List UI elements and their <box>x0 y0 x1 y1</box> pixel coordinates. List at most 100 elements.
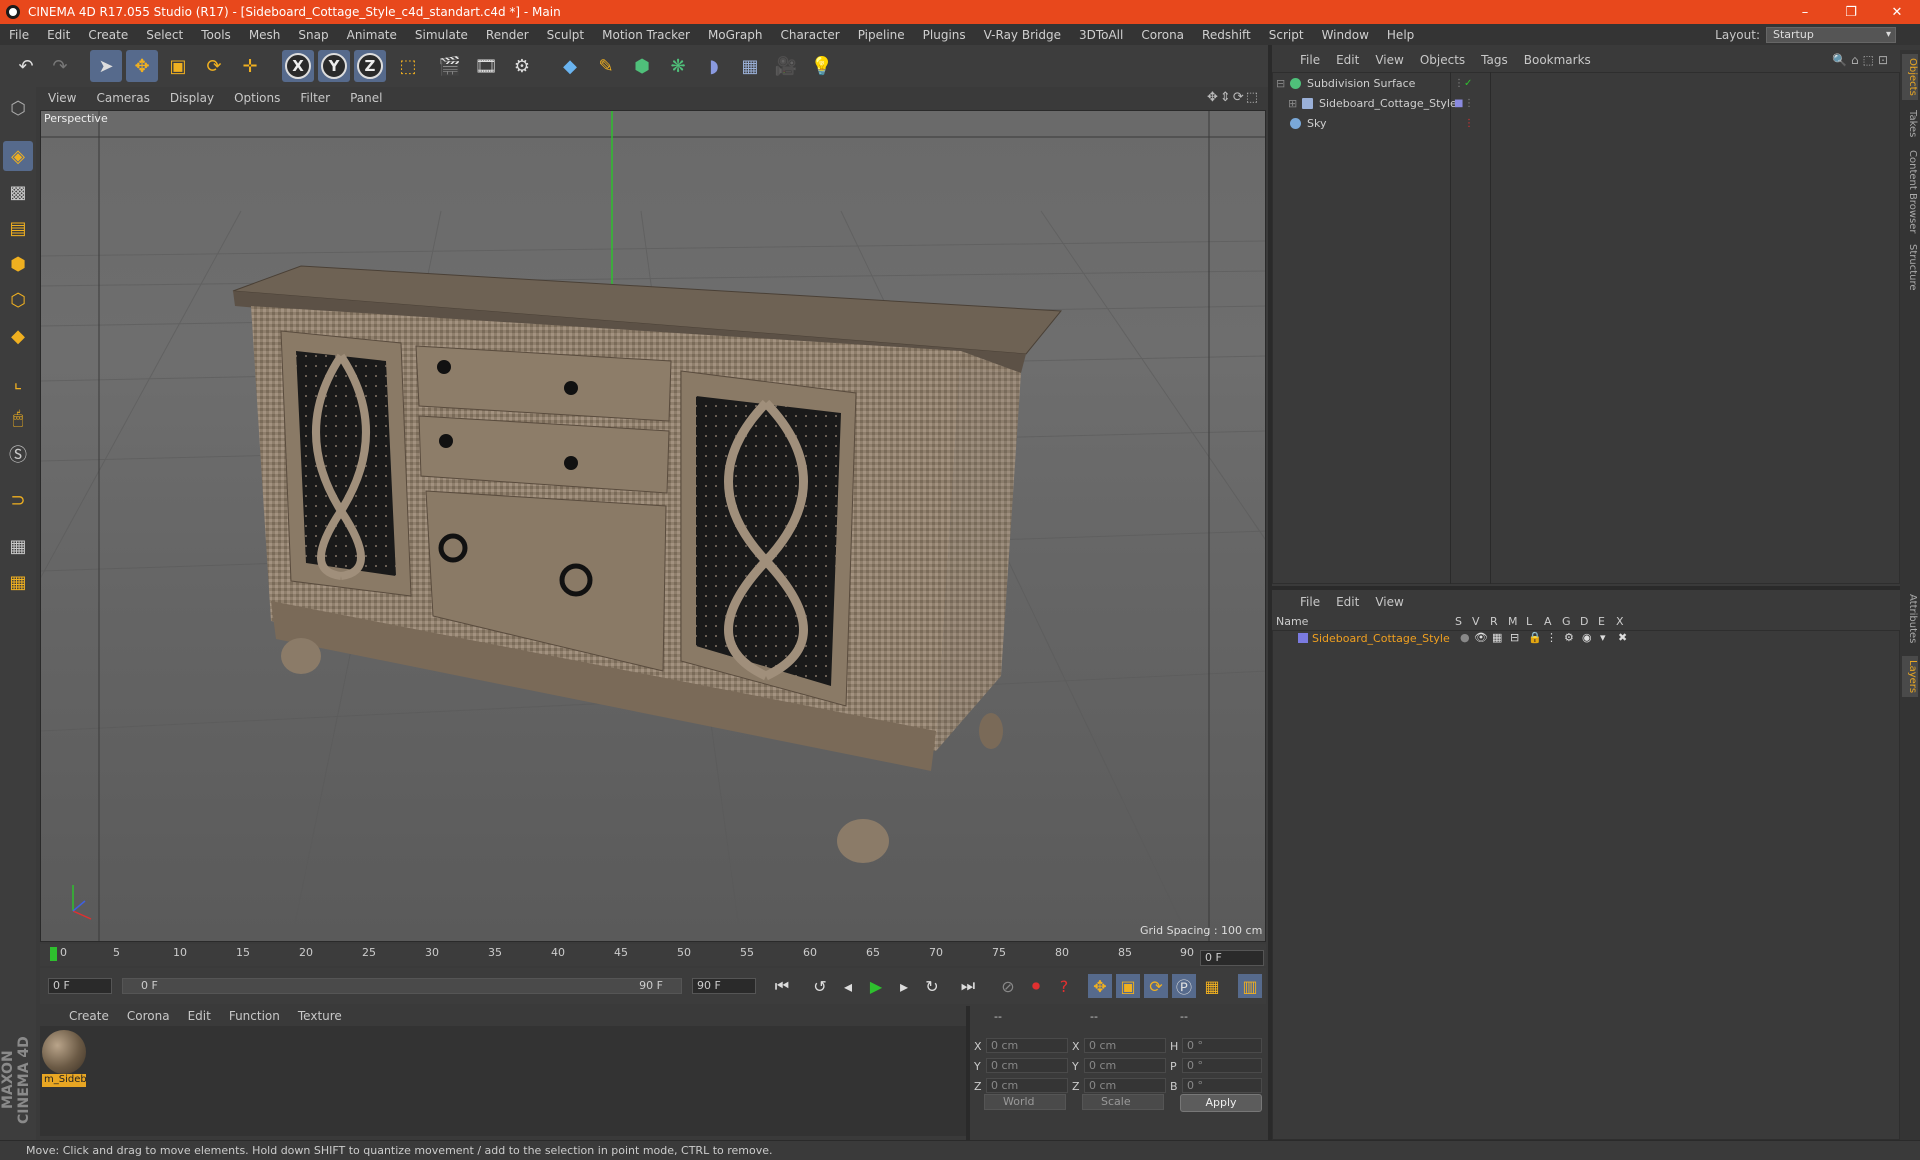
restore-button[interactable]: ❐ <box>1828 5 1874 20</box>
layer-menu-file[interactable]: File <box>1292 595 1328 609</box>
menu-pipeline[interactable]: Pipeline <box>849 28 914 42</box>
layer-color-swatch[interactable] <box>1298 633 1308 643</box>
next-frame-icon[interactable]: ▸ <box>892 974 916 998</box>
layer-render-icon[interactable]: ▦ <box>1492 631 1502 644</box>
material-menu-edit[interactable]: Edit <box>179 1009 220 1023</box>
viewport-menu-panel[interactable]: Panel <box>340 91 392 105</box>
axis-mode-icon[interactable]: ⌞ <box>3 367 33 397</box>
render-picture-viewer-icon[interactable]: 🎞 <box>470 50 502 82</box>
viewport-menu-filter[interactable]: Filter <box>290 91 340 105</box>
viewport-menu-display[interactable]: Display <box>160 91 224 105</box>
layout-dropdown[interactable]: Startup <box>1766 26 1896 43</box>
menu-motion-tracker[interactable]: Motion Tracker <box>593 28 699 42</box>
object-row-sky[interactable]: Sky ⋮ <box>1274 114 1898 132</box>
viewport-menu-options[interactable]: Options <box>224 91 290 105</box>
object-row-subdivision[interactable]: ⊟ Subdivision Surface ⋮ ✓ <box>1274 74 1898 92</box>
layer-lock-icon[interactable]: 🔒 <box>1528 631 1542 644</box>
expand-icon[interactable]: ⊞ <box>1288 97 1302 110</box>
locked-workplane-icon[interactable]: ▦ <box>3 531 33 561</box>
layer-manager-icon[interactable]: ⊟ <box>1510 631 1519 644</box>
menu-create[interactable]: Create <box>79 28 137 42</box>
tab-objects[interactable]: Objects <box>1902 54 1918 100</box>
deformer-icon[interactable]: ◗ <box>698 50 730 82</box>
viewport-menu-cameras[interactable]: Cameras <box>86 91 159 105</box>
menu-redshift[interactable]: Redshift <box>1193 28 1260 42</box>
z-axis-icon[interactable]: Z <box>354 50 386 82</box>
tweak-mode-icon[interactable]: 🖱 <box>3 403 33 433</box>
menu-character[interactable]: Character <box>771 28 848 42</box>
menu-3dtoall[interactable]: 3DToAll <box>1070 28 1132 42</box>
layer-xref-icon[interactable]: ✖ <box>1618 631 1627 644</box>
polygons-mode-icon[interactable]: ◆ <box>3 321 33 351</box>
size-y-field[interactable]: 0 cm <box>1084 1058 1166 1073</box>
playhead-marker[interactable] <box>50 947 57 961</box>
position-x-field[interactable]: 0 cm <box>986 1038 1068 1053</box>
points-mode-icon[interactable]: ⬢ <box>3 249 33 279</box>
object-menu-objects[interactable]: Objects <box>1412 53 1473 67</box>
floor-icon[interactable]: ▦ <box>734 50 766 82</box>
menu-file[interactable]: File <box>0 28 38 42</box>
scale-icon[interactable]: ▣ <box>162 50 194 82</box>
material-menu-function[interactable]: Function <box>220 1009 289 1023</box>
material-name-label[interactable]: m_Sideb <box>42 1074 86 1087</box>
panel-splitter-horizontal[interactable] <box>1272 586 1900 590</box>
render-view-icon[interactable]: 🎬 <box>434 50 466 82</box>
texture-mode-icon[interactable]: ▩ <box>3 177 33 207</box>
3d-viewport[interactable] <box>40 110 1266 942</box>
material-menu-corona[interactable]: Corona <box>118 1009 179 1023</box>
tab-layers[interactable]: Layers <box>1902 656 1918 698</box>
coordinate-space-dropdown[interactable]: World <box>984 1094 1066 1110</box>
edges-mode-icon[interactable]: ⬡ <box>3 285 33 315</box>
menu-help[interactable]: Help <box>1378 28 1423 42</box>
tab-takes[interactable]: Takes <box>1902 106 1918 141</box>
current-frame-field[interactable]: 0 F <box>1200 950 1264 966</box>
planar-workplane-icon[interactable]: ▦ <box>3 567 33 597</box>
visibility-dots-icon[interactable]: ⋮ <box>1464 118 1474 129</box>
camera-icon[interactable]: 🎥 <box>770 50 802 82</box>
key-scale-icon[interactable]: ▣ <box>1116 974 1140 998</box>
workplane-icon[interactable]: ▤ <box>3 213 33 243</box>
position-y-field[interactable]: 0 cm <box>986 1058 1068 1073</box>
visibility-dots-icon[interactable]: ⋮ <box>1454 78 1464 89</box>
end-frame-field[interactable]: 90 F <box>692 978 756 994</box>
rotation-b-field[interactable]: 0 ° <box>1182 1078 1262 1093</box>
size-x-field[interactable]: 0 cm <box>1084 1038 1166 1053</box>
layer-deformers-icon[interactable]: ◉ <box>1582 631 1592 644</box>
menu-select[interactable]: Select <box>137 28 192 42</box>
autokey-icon[interactable]: ? <box>1052 974 1076 998</box>
make-editable-icon[interactable]: ⬡ <box>3 93 33 123</box>
size-mode-dropdown[interactable]: Scale <box>1082 1094 1164 1110</box>
subdivision-icon[interactable]: ⬢ <box>626 50 658 82</box>
menu-edit[interactable]: Edit <box>38 28 79 42</box>
layer-solo-icon[interactable]: ● <box>1460 631 1470 644</box>
edit-render-settings-icon[interactable]: ⚙ <box>506 50 538 82</box>
go-to-end-icon[interactable]: ⏭ <box>956 974 980 998</box>
timeline-ruler[interactable]: 0 5 10 15 20 25 30 35 40 45 50 55 60 65 … <box>40 944 1266 966</box>
pen-icon[interactable]: ✎ <box>590 50 622 82</box>
record-icon[interactable]: ⏺ <box>1024 974 1048 998</box>
material-preview-thumbnail[interactable] <box>42 1030 86 1074</box>
previous-key-icon[interactable]: ↺ <box>808 974 832 998</box>
viewport-nav-icons[interactable]: ✥⇕⟳⬚ <box>1207 90 1260 105</box>
move-icon[interactable]: ✥ <box>126 50 158 82</box>
menu-simulate[interactable]: Simulate <box>406 28 477 42</box>
size-z-field[interactable]: 0 cm <box>1084 1078 1166 1093</box>
object-menu-edit[interactable]: Edit <box>1328 53 1367 67</box>
panel-splitter-vertical[interactable] <box>1268 45 1272 1140</box>
menu-sculpt[interactable]: Sculpt <box>538 28 593 42</box>
x-axis-icon[interactable]: X <box>282 50 314 82</box>
layer-expressions-icon[interactable]: ▾ <box>1600 631 1606 644</box>
apply-button[interactable]: Apply <box>1180 1094 1262 1112</box>
keyframe-selection-icon[interactable]: ⊘ <box>996 974 1020 998</box>
tag-column-divider[interactable] <box>1490 72 1491 584</box>
position-z-field[interactable]: 0 cm <box>986 1078 1068 1093</box>
object-row-sideboard[interactable]: ⊞ Sideboard_Cottage_Style ■ ⋮ <box>1274 94 1898 112</box>
rotation-p-field[interactable]: 0 ° <box>1182 1058 1262 1073</box>
cloner-icon[interactable]: ❋ <box>662 50 694 82</box>
layer-name[interactable]: Sideboard_Cottage_Style <box>1312 632 1450 645</box>
next-key-icon[interactable]: ↻ <box>920 974 944 998</box>
light-icon[interactable]: 💡 <box>806 50 838 82</box>
rotation-h-field[interactable]: 0 ° <box>1182 1038 1262 1053</box>
timeline-window-icon[interactable]: ▥ <box>1238 974 1262 998</box>
key-pla-icon[interactable]: ▦ <box>1200 974 1224 998</box>
